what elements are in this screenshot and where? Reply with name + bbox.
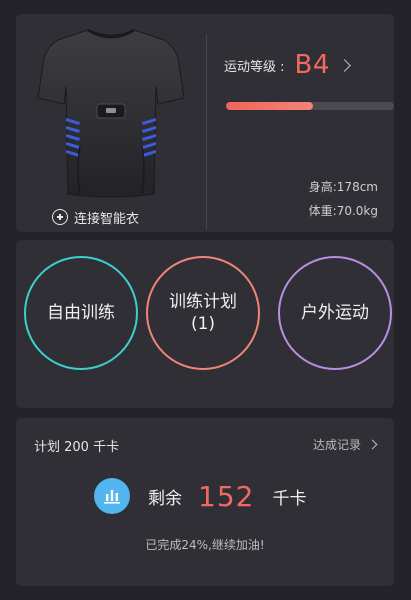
plus-circle-icon: [52, 209, 68, 225]
divider: [206, 34, 207, 230]
outdoor-sport-button[interactable]: 户外运动: [278, 256, 392, 370]
remaining-calories-row: 剩余 152 千卡: [94, 478, 306, 514]
training-plan-button[interactable]: 训练计划 (1): [146, 256, 260, 370]
sport-level-value: B4: [294, 50, 330, 80]
plan-title: 计划 200 千卡: [34, 440, 120, 455]
sport-level-row[interactable]: 运动等级 : B4: [224, 50, 351, 80]
weight-text: 体重:70.0kg: [308, 204, 378, 218]
remaining-label: 剩余: [148, 488, 182, 509]
achievement-records-link[interactable]: 达成记录: [312, 436, 378, 453]
chevron-right-icon: [367, 439, 378, 450]
remaining-unit: 千卡: [272, 488, 307, 509]
free-training-button[interactable]: 自由训练: [24, 256, 138, 370]
calorie-plan-card: 计划 200 千卡 达成记录 剩余 152 千卡 已完成24%,继续加油!: [16, 418, 394, 586]
height-text: 身高:178cm: [308, 180, 378, 194]
connect-shirt-label: 连接智能衣: [74, 211, 140, 227]
profile-card: 连接智能衣 运动等级 : B4 身高:178cm 体重:70.0kg: [16, 14, 394, 232]
sport-level-label: 运动等级 :: [224, 59, 285, 75]
chevron-right-icon[interactable]: [338, 58, 351, 72]
outdoor-sport-label: 户外运动: [301, 302, 369, 323]
progress-message: 已完成24%,继续加油!: [145, 538, 265, 552]
bar-chart-icon: [94, 478, 130, 514]
free-training-label: 自由训练: [47, 302, 115, 323]
training-plan-count: (1): [190, 314, 216, 334]
remaining-value: 152: [198, 479, 255, 513]
smart-shirt-image[interactable]: [36, 26, 186, 202]
level-progress-bar: [226, 102, 394, 110]
level-progress-fill: [226, 102, 314, 110]
training-plan-label: 训练计划: [169, 291, 237, 312]
records-label: 达成记录: [312, 438, 361, 452]
training-mode-card: 自由训练 训练计划 (1) 户外运动: [16, 240, 394, 408]
connect-shirt-button[interactable]: 连接智能衣: [52, 206, 139, 228]
